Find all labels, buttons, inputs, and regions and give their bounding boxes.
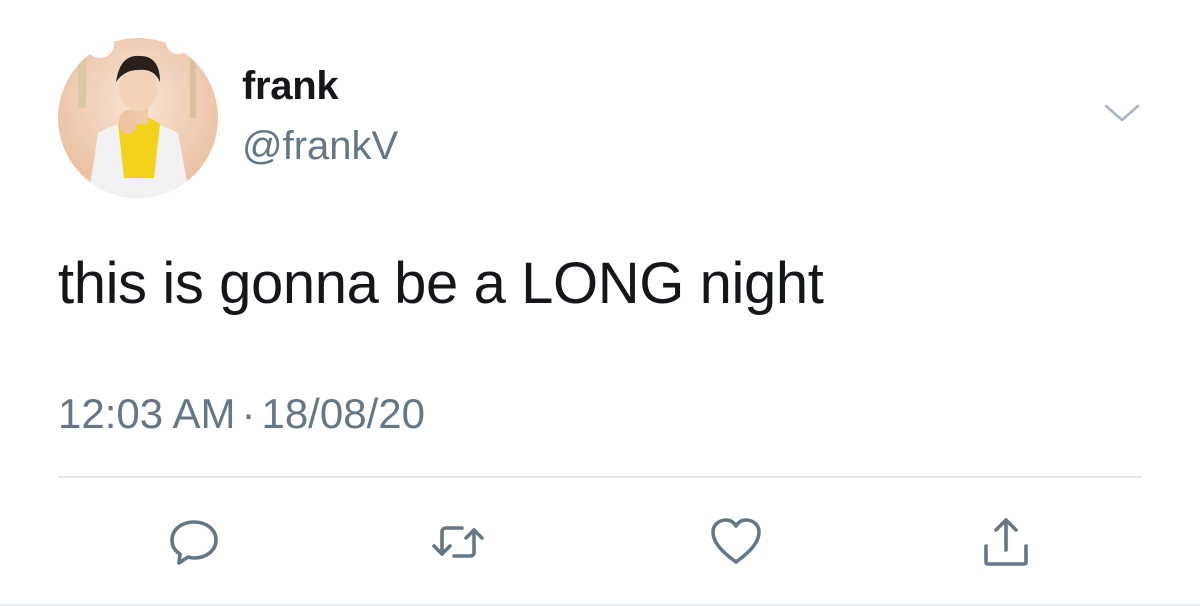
chevron-down-icon — [1104, 104, 1140, 122]
tweet-date: 18/08/20 — [261, 390, 425, 437]
timestamp-separator: · — [241, 390, 256, 437]
tweet-timestamp[interactable]: 12:03 AM · 18/08/20 — [58, 388, 425, 440]
avatar-photo — [58, 38, 218, 198]
reply-icon — [170, 520, 218, 565]
share-button[interactable] — [976, 512, 1036, 572]
heart-icon — [711, 518, 761, 564]
tweet-text: this is gonna be a LONG night — [58, 251, 824, 316]
share-icon — [984, 518, 1028, 566]
retweet-icon — [432, 526, 484, 558]
divider — [58, 476, 1142, 478]
action-bar — [0, 512, 1200, 572]
reply-button[interactable] — [164, 512, 224, 572]
retweet-button[interactable] — [428, 512, 488, 572]
display-name[interactable]: frank — [242, 62, 339, 110]
tweet-card: frank @frankV this is gonna be a LONG ni… — [0, 0, 1200, 606]
tweet-menu-button[interactable] — [1100, 98, 1144, 128]
avatar[interactable] — [58, 38, 218, 198]
user-handle[interactable]: @frankV — [242, 122, 398, 170]
like-button[interactable] — [706, 512, 766, 572]
tweet-time: 12:03 AM — [58, 390, 236, 437]
